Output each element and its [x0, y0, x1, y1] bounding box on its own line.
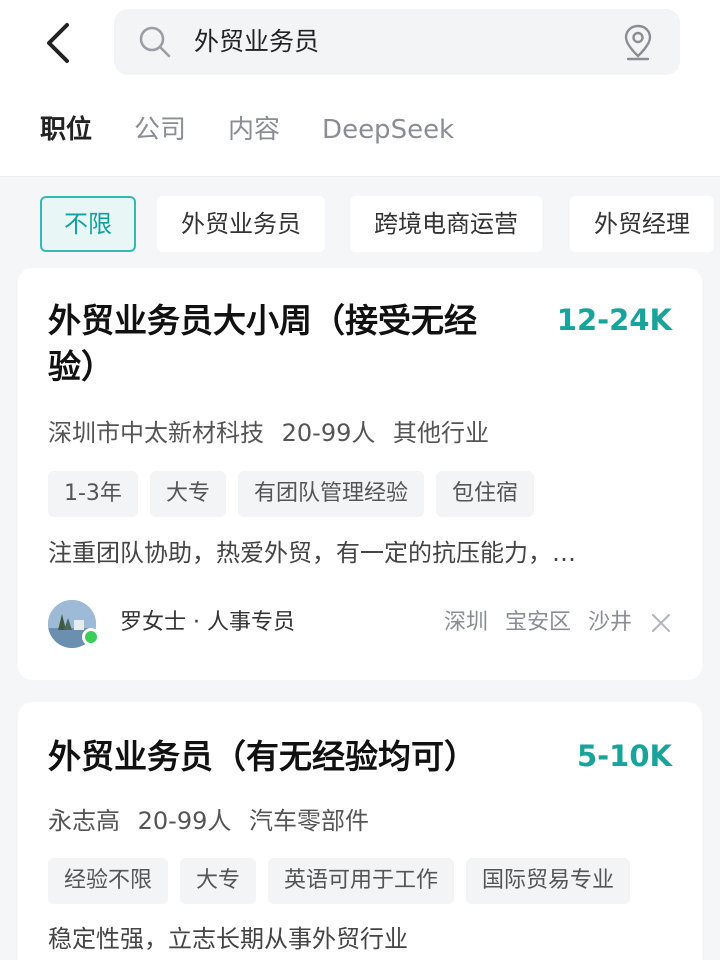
online-status-dot	[82, 628, 100, 646]
job-description: 稳定性强，立志长期从事外贸行业	[48, 925, 408, 953]
job-location: 深圳 宝安区 沙井	[434, 606, 632, 640]
job-tag: 经验不限	[48, 858, 169, 904]
location-district: 宝安区	[504, 610, 571, 635]
company-industry: 其他行业	[393, 419, 490, 447]
location-area: 沙井	[587, 610, 632, 635]
job-description: 注重团队协助，热爱外贸，有一定的抗压能力，…	[48, 539, 576, 567]
job-tag: 有团队管理经验	[237, 471, 424, 517]
close-icon[interactable]	[648, 610, 674, 636]
filter-chip-foreign-trade-sales[interactable]: 外贸业务员	[157, 196, 325, 252]
filter-chip-cross-border-ecommerce[interactable]: 跨境电商运营	[350, 196, 542, 252]
job-tag: 包住宿	[435, 471, 534, 517]
company-size: 20-99人	[281, 419, 376, 447]
filter-chip-foreign-trade-manager[interactable]: 外贸经理	[570, 196, 714, 252]
company-name: 永志高	[48, 807, 120, 835]
back-button[interactable]	[36, 18, 80, 68]
job-card[interactable]: 外贸业务员（有无经验均可） 5-10K 永志高 20-99人 汽车零部件 经验不…	[18, 702, 702, 960]
job-title-line: 验）	[48, 347, 114, 386]
job-tags: 经验不限 大专 英语可用于工作 国际贸易专业	[48, 858, 642, 904]
job-tag: 大专	[180, 858, 257, 904]
chevron-left-icon	[47, 23, 69, 63]
tab-companies[interactable]: 公司	[134, 110, 186, 154]
job-card[interactable]: 外贸业务员大小周（接受无经 验） 12-24K 深圳市中太新材科技 20-99人…	[18, 268, 702, 680]
location-pin-icon[interactable]	[622, 23, 654, 61]
job-title-line: 外贸业务员大小周（接受无经	[48, 301, 477, 340]
company-info: 永志高 20-99人 汽车零部件	[48, 804, 379, 838]
job-title-line: 外贸业务员（有无经验均可）	[48, 737, 477, 776]
top-bar: 外贸业务员 职位 公司 内容 DeepSeek	[0, 0, 720, 180]
recruiter-name: 罗女士 · 人事专员	[120, 610, 295, 635]
company-name: 深圳市中太新材科技	[48, 419, 264, 447]
tab-deepseek[interactable]: DeepSeek	[322, 110, 454, 154]
job-tag: 大专	[149, 471, 226, 517]
job-title: 外贸业务员大小周（接受无经 验）	[48, 298, 477, 390]
search-input[interactable]: 外贸业务员	[194, 23, 319, 61]
search-box[interactable]: 外贸业务员	[114, 9, 680, 75]
category-tabs: 职位 公司 内容 DeepSeek	[40, 110, 496, 154]
filter-bar: 不限 外贸业务员 跨境电商运营 外贸经理	[0, 176, 720, 268]
recruiter-row: 罗女士 · 人事专员 深圳 宝安区 沙井	[48, 598, 674, 650]
filter-chip-all[interactable]: 不限	[40, 196, 136, 252]
job-tags: 1-3年 大专 有团队管理经验 包住宿	[48, 471, 546, 517]
company-info: 深圳市中太新材科技 20-99人 其他行业	[48, 416, 499, 450]
job-tag: 1-3年	[48, 471, 138, 517]
job-tag: 英语可用于工作	[268, 858, 455, 904]
salary: 12-24K	[556, 303, 672, 337]
company-industry: 汽车零部件	[249, 807, 370, 835]
tab-jobs[interactable]: 职位	[40, 110, 92, 154]
tab-content[interactable]: 内容	[228, 110, 280, 154]
salary: 5-10K	[576, 739, 672, 773]
search-icon	[139, 26, 171, 58]
company-size: 20-99人	[137, 807, 232, 835]
job-title: 外贸业务员（有无经验均可）	[48, 734, 477, 780]
job-tag: 国际贸易专业	[466, 858, 631, 904]
location-city: 深圳	[443, 610, 488, 635]
